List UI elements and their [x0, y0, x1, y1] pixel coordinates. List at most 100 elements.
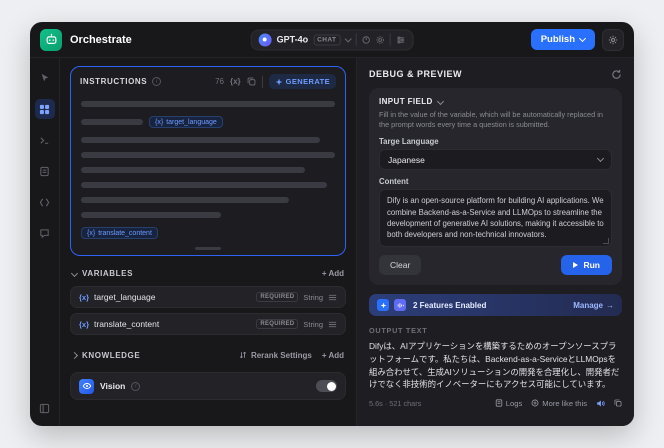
clear-button[interactable]: Clear	[379, 255, 422, 276]
chevron-down-icon	[436, 97, 444, 106]
required-badge: REQUIRED	[256, 292, 299, 302]
chevron-right-icon	[70, 351, 79, 359]
knowledge-title: KNOWLEDGE	[82, 350, 141, 360]
variable-icon: {x}	[79, 319, 90, 329]
rerank-settings-button[interactable]: Rerank Settings	[239, 351, 312, 360]
model-name: GPT-4o	[276, 34, 309, 45]
variable-type: String	[303, 292, 323, 302]
knowledge-section-header[interactable]: KNOWLEDGE Rerank Settings + Add	[70, 347, 346, 363]
settings-icon[interactable]	[375, 35, 384, 44]
variable-icon: {x}	[79, 292, 90, 302]
variable-chip-label: translate_content	[98, 229, 152, 237]
debug-preview-title: DEBUG & PREVIEW	[369, 69, 463, 79]
copy-output-icon[interactable]	[614, 399, 622, 407]
variable-name: translate_content	[94, 319, 160, 329]
textarea-resize-handle[interactable]	[603, 238, 609, 245]
sidebar-item-api[interactable]	[35, 192, 55, 212]
prompt-editor[interactable]: {x} target_language {x} translate_conten…	[71, 93, 345, 245]
divider	[389, 33, 391, 46]
variables-title: VARIABLES	[82, 268, 134, 278]
info-icon: i	[152, 77, 162, 86]
input-field-header[interactable]: INPUT FIELD	[379, 97, 612, 106]
input-field-card: INPUT FIELD Fill in the value of the var…	[369, 88, 622, 286]
variable-insert-icon[interactable]: {x}	[230, 77, 241, 86]
variable-chip-target-language: {x} target_language	[149, 116, 223, 128]
variable-chip-translate-content: {x} translate_content	[81, 227, 158, 239]
variable-type: String	[303, 319, 323, 329]
skeleton-line	[81, 197, 290, 203]
speaker-icon[interactable]	[596, 399, 605, 408]
content-label: Content	[379, 177, 409, 187]
generate-button[interactable]: GENERATE	[268, 74, 336, 89]
run-button[interactable]: Run	[561, 255, 612, 276]
vision-toggle[interactable]	[316, 380, 337, 392]
model-mode-badge: CHAT	[313, 34, 341, 45]
refresh-icon[interactable]	[611, 69, 622, 80]
sidebar-item-logs[interactable]	[35, 161, 55, 181]
instructions-title: INSTRUCTIONS	[80, 77, 148, 86]
extensions-button[interactable]	[602, 28, 624, 51]
publish-button[interactable]: Publish	[530, 29, 595, 50]
vision-icon	[79, 378, 94, 394]
variables-section-header[interactable]: VARIABLES + Add	[70, 265, 346, 281]
skeleton-line	[81, 137, 320, 143]
sidebar-item-orchestrate[interactable]	[34, 99, 55, 119]
instructions-char-count: 76	[215, 77, 224, 86]
more-like-this-label: More like this	[542, 398, 587, 408]
variable-settings-icon[interactable]	[328, 293, 337, 302]
divider	[261, 75, 263, 88]
add-variable-button[interactable]: + Add	[322, 269, 344, 278]
features-enabled-label: 2 Features Enabled	[413, 300, 487, 310]
logs-label: Logs	[505, 398, 523, 408]
model-provider-icon	[258, 33, 272, 46]
model-selector[interactable]: GPT-4o CHAT	[250, 29, 414, 50]
sliders-icon[interactable]	[395, 35, 405, 44]
vision-row[interactable]: Vision i	[70, 372, 346, 400]
more-like-this-button[interactable]: More like this	[531, 399, 587, 408]
app-window: Orchestrate GPT-4o CHAT Publish INSTRUCT…	[30, 22, 634, 426]
chevron-down-icon	[344, 34, 352, 43]
required-badge: REQUIRED	[256, 319, 299, 329]
input-field-title: INPUT FIELD	[379, 97, 433, 106]
manage-label: Manage	[573, 300, 603, 310]
publish-label: Publish	[540, 34, 575, 45]
variable-settings-icon[interactable]	[328, 320, 337, 329]
debug-preview-panel: DEBUG & PREVIEW INPUT FIELD Fill in the …	[356, 58, 634, 426]
content-textarea[interactable]: Dify is an open-source platform for buil…	[379, 189, 612, 248]
variable-name: target_language	[94, 292, 156, 302]
logs-button[interactable]: Logs	[495, 399, 522, 408]
chevron-down-icon	[596, 155, 605, 163]
copy-icon[interactable]	[247, 77, 256, 86]
variable-chip-prefix: {x}	[87, 229, 96, 237]
app-logo-icon[interactable]	[40, 28, 62, 51]
skeleton-line	[81, 152, 335, 158]
arrow-right-icon: →	[606, 300, 614, 310]
info-icon: i	[131, 381, 141, 391]
skeleton-line	[81, 101, 335, 107]
run-label: Run	[583, 260, 600, 271]
resize-handle[interactable]	[195, 247, 221, 250]
sidebar-item-annotations[interactable]	[35, 223, 55, 243]
variable-chip-label: target_language	[166, 118, 217, 126]
skeleton-line	[81, 167, 305, 173]
skeleton-line	[81, 212, 221, 218]
sidebar-item-terminal[interactable]	[35, 130, 55, 150]
skeleton-line	[81, 182, 328, 188]
chevron-down-icon	[578, 34, 587, 43]
temperature-icon[interactable]	[361, 35, 370, 44]
vision-label: Vision	[100, 381, 126, 391]
pointer-tool-icon[interactable]	[35, 68, 55, 88]
add-knowledge-button[interactable]: + Add	[322, 351, 344, 360]
skeleton-line	[81, 119, 143, 125]
variable-row[interactable]: {x} translate_content REQUIRED String	[70, 313, 346, 335]
chevron-down-icon	[70, 269, 79, 277]
output-text: Difyは、AIアプリケーションを構築するためのオープンソースプラットフォームで…	[369, 341, 620, 390]
manage-features-button[interactable]: Manage →	[573, 301, 614, 310]
instructions-card[interactable]: INSTRUCTIONS i 76 {x} GENERATE {x} targe…	[70, 66, 346, 256]
collapse-panel-icon[interactable]	[35, 398, 55, 418]
generate-label: GENERATE	[285, 77, 330, 86]
target-language-select[interactable]: Japanese	[379, 149, 612, 171]
left-icon-rail	[30, 58, 60, 426]
variable-row[interactable]: {x} target_language REQUIRED String	[70, 286, 346, 308]
features-bar[interactable]: 2 Features Enabled Manage →	[369, 294, 622, 317]
